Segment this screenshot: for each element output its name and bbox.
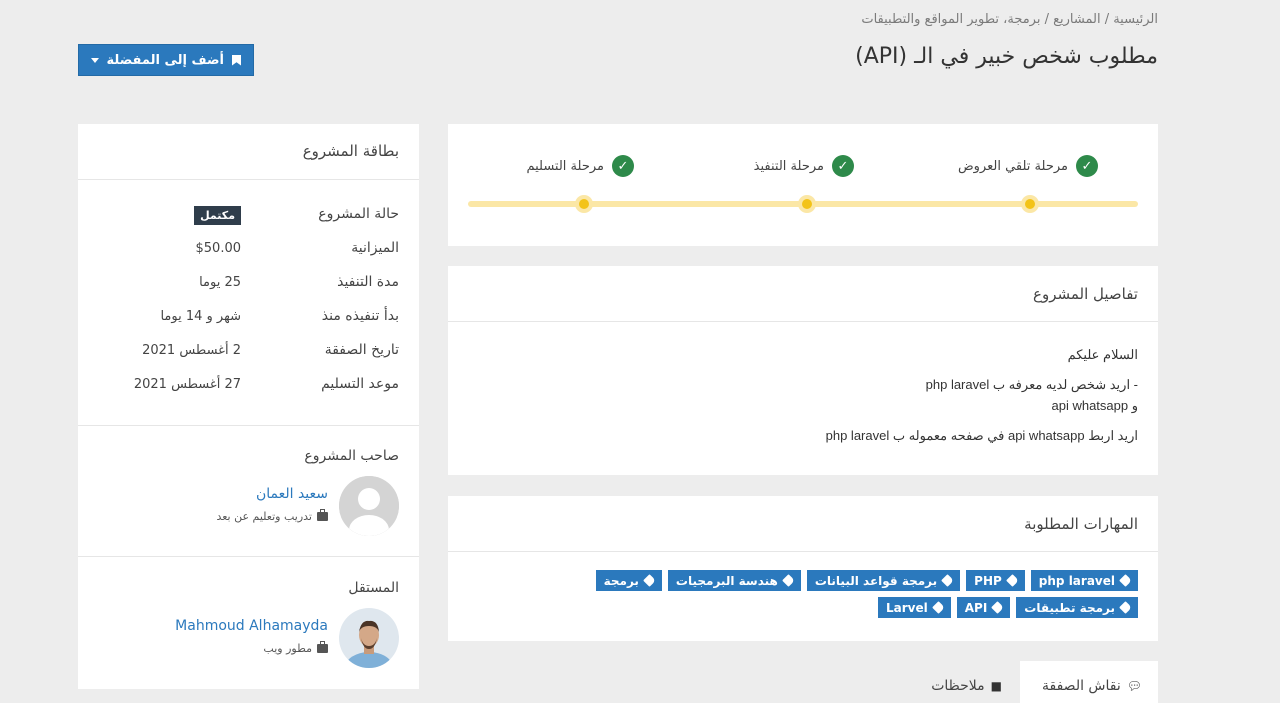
owner-subtitle: تدريب وتعليم عن بعد <box>216 509 328 523</box>
comments-icon: 💬︎ <box>1126 679 1142 693</box>
owner-name-link[interactable]: سعيد العمان <box>256 486 328 502</box>
page-title: مطلوب شخص خبير في الـ (API) <box>855 44 1158 69</box>
skill-tag[interactable]: برمجة <box>595 570 662 591</box>
stage-delivery: ✓ مرحلة التسليم <box>526 155 634 177</box>
caret-down-icon[interactable] <box>91 57 99 63</box>
briefcase-icon <box>317 509 328 521</box>
skill-tag[interactable]: برمجة تطبيقات <box>1016 597 1138 618</box>
skill-tag[interactable]: برمجة قواعد البيانات <box>806 570 961 591</box>
progress-dot <box>575 195 593 213</box>
skill-tag[interactable]: php laravel <box>1030 570 1138 591</box>
description-line: و api whatsapp <box>1051 398 1138 413</box>
tab-notes-label: ملاحظات <box>931 678 985 694</box>
check-circle-icon: ✓ <box>612 155 634 177</box>
status-badge: مكتمل <box>194 206 241 225</box>
skill-tag-label: PHP <box>974 573 1002 588</box>
required-skills-card: المهارات المطلوبة php laravel PHP برمجة … <box>448 496 1158 641</box>
skill-tag-list: php laravel PHP برمجة قواعد البيانات هند… <box>498 570 1138 618</box>
status-label: حالة المشروع <box>318 206 399 222</box>
stage-label: مرحلة التسليم <box>526 158 604 174</box>
project-card-title: بطاقة المشروع <box>302 142 399 160</box>
freelancer-photo <box>339 608 399 668</box>
description-line: اريد اربط api whatsapp في صفحه معموله ب … <box>825 428 1138 443</box>
tab-discussion[interactable]: 💬︎ نقاش الصفقة <box>1020 661 1158 703</box>
progress-dot <box>1021 195 1039 213</box>
divider <box>78 425 419 426</box>
tab-notes[interactable]: ■ ملاحظات <box>900 661 1018 703</box>
tag-icon <box>941 574 955 587</box>
project-description: السلام عليكم - اريد شخص لديه معرفه ب php… <box>468 343 1138 456</box>
skill-tag-label: برمجة تطبيقات <box>1024 600 1115 615</box>
stage-receiving-offers: ✓ مرحلة تلقي العروض <box>958 155 1098 177</box>
duration-value: 25 يوما <box>199 275 241 290</box>
freelancer-avatar[interactable] <box>339 608 399 668</box>
skill-tag[interactable]: PHP <box>966 570 1025 591</box>
owner-heading: صاحب المشروع <box>304 448 399 464</box>
divider <box>78 556 419 557</box>
freelancer-subtitle-text: مطور ويب <box>263 642 312 655</box>
deal-date-value: 2 أغسطس 2021 <box>142 343 241 358</box>
divider <box>78 179 419 180</box>
owner-avatar[interactable] <box>339 476 399 536</box>
project-details-heading: تفاصيل المشروع <box>448 266 1158 322</box>
skill-tag-label: API <box>964 600 988 615</box>
skill-tag-label: برمجة <box>603 573 639 588</box>
duration-label: مدة التنفيذ <box>337 274 399 290</box>
stage-execution: ✓ مرحلة التنفيذ <box>754 155 854 177</box>
owner-subtitle-text: تدريب وتعليم عن بعد <box>216 510 312 523</box>
tag-icon <box>991 601 1005 614</box>
skill-tag[interactable]: Larvel <box>878 597 951 618</box>
briefcase-icon <box>317 641 328 653</box>
description-line: - اريد شخص لديه معرفه ب php laravel <box>925 377 1138 392</box>
bookmark-icon <box>232 54 241 66</box>
check-circle-icon: ✓ <box>1076 155 1098 177</box>
project-details-card: تفاصيل المشروع السلام عليكم - اريد شخص ل… <box>448 266 1158 475</box>
started-label: بدأ تنفيذه منذ <box>321 308 399 324</box>
skill-tag-label: Larvel <box>886 600 928 615</box>
project-card: بطاقة المشروع حالة المشروع مكتمل الميزان… <box>78 124 419 689</box>
tag-icon <box>781 574 795 587</box>
skill-tag[interactable]: API <box>956 597 1011 618</box>
default-user-icon <box>339 476 399 536</box>
add-to-favorites-button[interactable]: أضف إلى المفضلة <box>78 44 254 76</box>
add-to-favorites-label: أضف إلى المفضلة <box>106 52 224 68</box>
stage-label: مرحلة تلقي العروض <box>957 158 1068 174</box>
tag-icon <box>1005 574 1019 587</box>
deal-date-label: تاريخ الصفقة <box>324 342 399 358</box>
stage-label: مرحلة التنفيذ <box>753 158 824 174</box>
skill-tag-label: هندسة البرمجيات <box>675 573 778 588</box>
budget-label: الميزانية <box>351 240 399 256</box>
tag-icon <box>1119 601 1132 614</box>
progress-dot <box>798 195 816 213</box>
freelancer-name-link[interactable]: Mahmoud Alhamayda <box>175 618 328 634</box>
freelancer-subtitle: مطور ويب <box>263 641 328 655</box>
skill-tag-label: php laravel <box>1038 573 1115 588</box>
delivery-date-value: 27 أغسطس 2021 <box>133 377 241 392</box>
skill-tag[interactable]: هندسة البرمجيات <box>667 570 801 591</box>
tab-discussion-label: نقاش الصفقة <box>1042 678 1121 694</box>
delivery-date-label: موعد التسليم <box>321 376 399 392</box>
project-stages-card: ✓ مرحلة تلقي العروض ✓ مرحلة التنفيذ ✓ مر… <box>448 124 1158 246</box>
freelancer-heading: المستقل <box>348 580 399 596</box>
budget-value: $50.00 <box>195 241 242 256</box>
breadcrumb[interactable]: الرئيسية / المشاريع / برمجة، تطوير الموا… <box>861 12 1158 27</box>
tag-icon <box>1119 574 1132 587</box>
required-skills-heading: المهارات المطلوبة <box>448 496 1158 552</box>
tag-icon <box>931 601 945 614</box>
check-circle-icon: ✓ <box>832 155 854 177</box>
started-value: شهر و 14 يوما <box>160 309 241 324</box>
tag-icon <box>643 574 656 587</box>
sticky-note-icon: ■ <box>990 679 1002 693</box>
description-line: السلام عليكم <box>1067 347 1138 362</box>
skill-tag-label: برمجة قواعد البيانات <box>814 573 938 588</box>
